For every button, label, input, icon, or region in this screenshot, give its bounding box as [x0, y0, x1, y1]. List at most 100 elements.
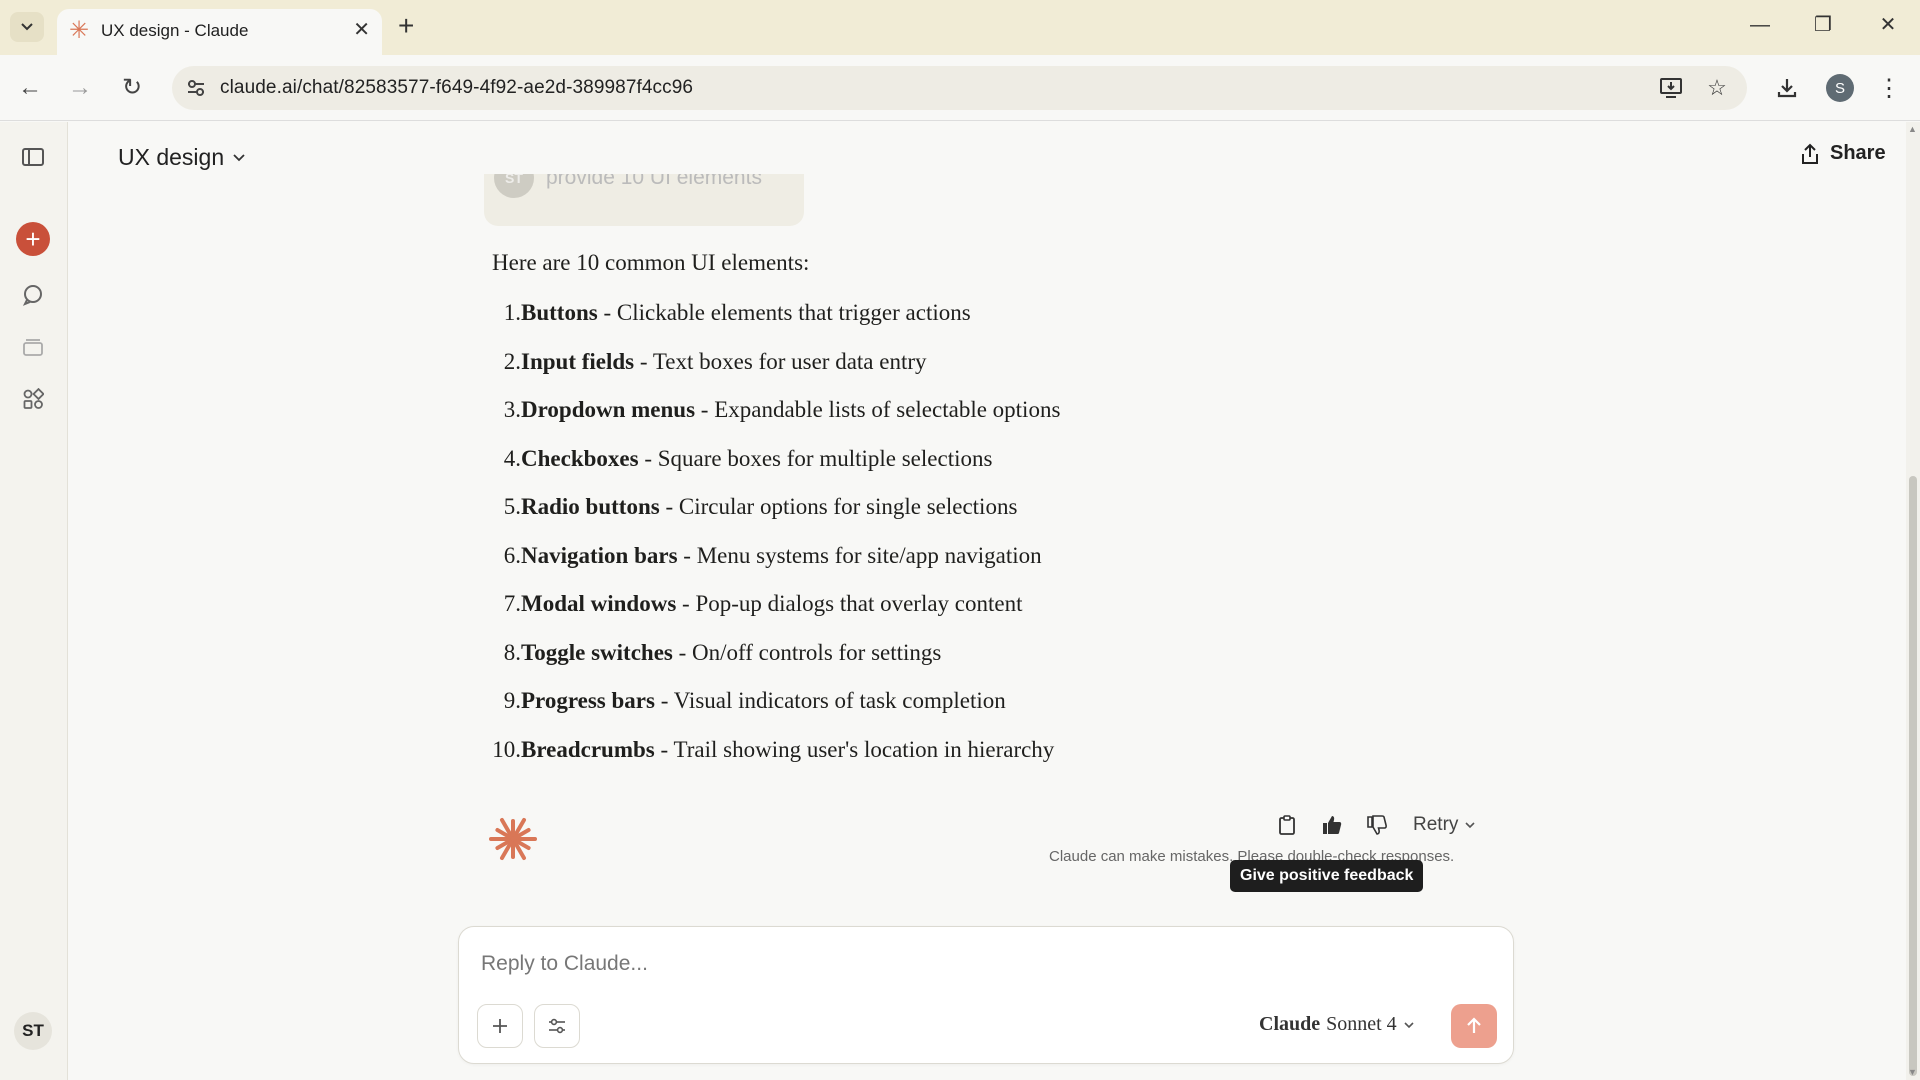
app-sidebar: + ST: [0, 122, 68, 1080]
feedback-tooltip: Give positive feedback: [1230, 860, 1424, 892]
chevron-down-icon: [1465, 822, 1475, 829]
new-chat-button[interactable]: +: [16, 222, 50, 256]
list-item-description: - Expandable lists of selectable options: [695, 397, 1061, 422]
claude-logo-icon: [489, 817, 537, 861]
list-item-term: Radio buttons: [521, 494, 660, 519]
share-label: Share: [1830, 142, 1886, 164]
browser-toolbar: ← → ↻ claude.ai/chat/82583577-f649-4f92-…: [0, 55, 1920, 121]
list-item-description: - Menu systems for site/app navigation: [677, 542, 1042, 568]
list-item: 8. Toggle switches - On/off controls for …: [492, 640, 1292, 689]
thumbs-down-icon: [1367, 815, 1387, 835]
share-icon: [1802, 143, 1818, 164]
copy-button[interactable]: [1270, 808, 1304, 842]
browser-tab-bar: ✳ UX design - Claude ✕ + — ❐ ✕: [0, 0, 1920, 55]
profile-avatar[interactable]: S: [1826, 74, 1854, 102]
list-item: 2. Input fields - Text boxes for user dat…: [492, 349, 1292, 398]
reload-icon[interactable]: ↻: [114, 71, 150, 105]
scroll-down-icon[interactable]: ▼: [1908, 1067, 1917, 1077]
tab-close-icon[interactable]: ✕: [353, 19, 370, 41]
list-item: 5. Radio buttons - Circular options for s…: [492, 494, 1292, 543]
new-tab-button[interactable]: +: [398, 12, 414, 40]
list-item-number: 1.: [503, 300, 521, 325]
address-bar[interactable]: claude.ai/chat/82583577-f649-4f92-ae2d-3…: [172, 66, 1747, 110]
list-item-term: Checkboxes: [521, 445, 639, 471]
downloads-icon[interactable]: [1770, 71, 1804, 105]
tab-search-button[interactable]: [10, 12, 44, 42]
list-item-term: Input fields: [521, 348, 635, 374]
install-app-icon[interactable]: [1657, 74, 1685, 102]
reply-input[interactable]: [481, 947, 1381, 981]
thumbs-up-button[interactable]: [1315, 808, 1349, 842]
list-item-description: - Circular options for single selections: [659, 494, 1018, 519]
list-item: 4. Checkboxes - Square boxes for multiple…: [492, 446, 1292, 495]
arrow-up-icon: [1467, 1017, 1481, 1033]
message-actions: Retry: [1270, 808, 1476, 842]
thumbs-up-icon: [1323, 816, 1342, 834]
restore-icon[interactable]: ❐: [1803, 10, 1843, 40]
plus-icon: [493, 1019, 507, 1033]
list-item: 3. Dropdown menus - Expandable lists of s…: [492, 397, 1292, 446]
list-item-description: - Pop-up dialogs that overlay content: [676, 591, 1023, 616]
site-info-icon[interactable]: [182, 74, 210, 102]
list-item-description: - Trail showing user's location in hiera…: [654, 736, 1055, 762]
list-item-number: 6.: [503, 542, 521, 568]
send-button[interactable]: [1451, 1004, 1497, 1048]
minimize-icon[interactable]: —: [1740, 10, 1780, 40]
chevron-down-icon: [1404, 1021, 1414, 1028]
list-item-term: Dropdown menus: [521, 397, 696, 422]
chevron-down-icon: [21, 23, 33, 31]
list-item: 9. Progress bars - Visual indicators of t…: [492, 688, 1292, 737]
back-icon[interactable]: ←: [12, 71, 48, 105]
chats-icon[interactable]: [18, 280, 48, 310]
model-version: Sonnet 4: [1326, 1013, 1397, 1035]
list-item-term: Breadcrumbs: [521, 736, 655, 762]
list-item: 1. Buttons - Clickable elements that trig…: [492, 300, 1292, 349]
browser-tab-active[interactable]: ✳ UX design - Claude ✕: [57, 9, 382, 55]
share-button[interactable]: Share: [1800, 142, 1886, 165]
page-scrollbar[interactable]: ▲ ▼: [1906, 122, 1920, 1080]
url-text[interactable]: claude.ai/chat/82583577-f649-4f92-ae2d-3…: [220, 77, 693, 99]
list-item-number: 2.: [503, 348, 521, 374]
user-message-avatar: ST: [494, 174, 534, 198]
list-item-number: 9.: [503, 688, 521, 713]
retry-button[interactable]: Retry: [1413, 814, 1476, 836]
list-item: 10. Breadcrumbs - Trail showing user's lo…: [492, 737, 1292, 786]
list-item-number: 7.: [503, 591, 521, 616]
sidebar-toggle-icon[interactable]: [18, 142, 48, 172]
tab-title: UX design - Claude: [101, 21, 249, 40]
user-avatar[interactable]: ST: [14, 1012, 52, 1050]
list-item: 7. Modal windows - Pop-up dialogs that ov…: [492, 591, 1292, 640]
chevron-down-icon: [233, 153, 245, 161]
response-intro: Here are 10 common UI elements:: [492, 250, 810, 275]
forward-icon[interactable]: →: [62, 71, 98, 105]
window-close-icon[interactable]: ✕: [1868, 10, 1908, 40]
list-item-term: Modal windows: [521, 591, 677, 616]
attach-button[interactable]: [477, 1004, 523, 1048]
list-item-description: - Text boxes for user data entry: [634, 348, 927, 374]
scroll-thumb[interactable]: [1909, 476, 1917, 1076]
claude-favicon-icon: ✳: [69, 17, 90, 44]
list-item-term: Toggle switches: [521, 639, 673, 665]
scroll-up-icon[interactable]: ▲: [1908, 124, 1917, 134]
list-item-number: 3.: [503, 397, 521, 422]
bookmark-star-icon[interactable]: ☆: [1703, 74, 1731, 102]
chat-title: UX design: [118, 144, 225, 170]
browser-menu-icon[interactable]: ⋮: [1872, 71, 1906, 105]
retry-label: Retry: [1413, 814, 1459, 835]
copy-icon: [1279, 815, 1295, 835]
projects-icon[interactable]: [18, 332, 48, 362]
chat-title-dropdown[interactable]: UX design: [118, 144, 246, 171]
list-item-term: Progress bars: [521, 688, 655, 713]
list-item-number: 5.: [503, 494, 521, 519]
tools-button[interactable]: [534, 1004, 580, 1048]
artifacts-icon[interactable]: [18, 384, 48, 414]
response-list: 1. Buttons - Clickable elements that trig…: [492, 300, 1292, 785]
model-brand: Claude: [1259, 1013, 1321, 1035]
list-item-description: - On/off controls for settings: [672, 639, 942, 665]
thumbs-down-button[interactable]: [1360, 808, 1394, 842]
list-item-number: 10.: [492, 736, 521, 762]
list-item-term: Navigation bars: [521, 542, 678, 568]
list-item-term: Buttons: [521, 300, 598, 325]
user-message: ST provide 10 UI elements: [484, 174, 804, 226]
model-selector[interactable]: Claude Sonnet 4: [1259, 1013, 1415, 1036]
